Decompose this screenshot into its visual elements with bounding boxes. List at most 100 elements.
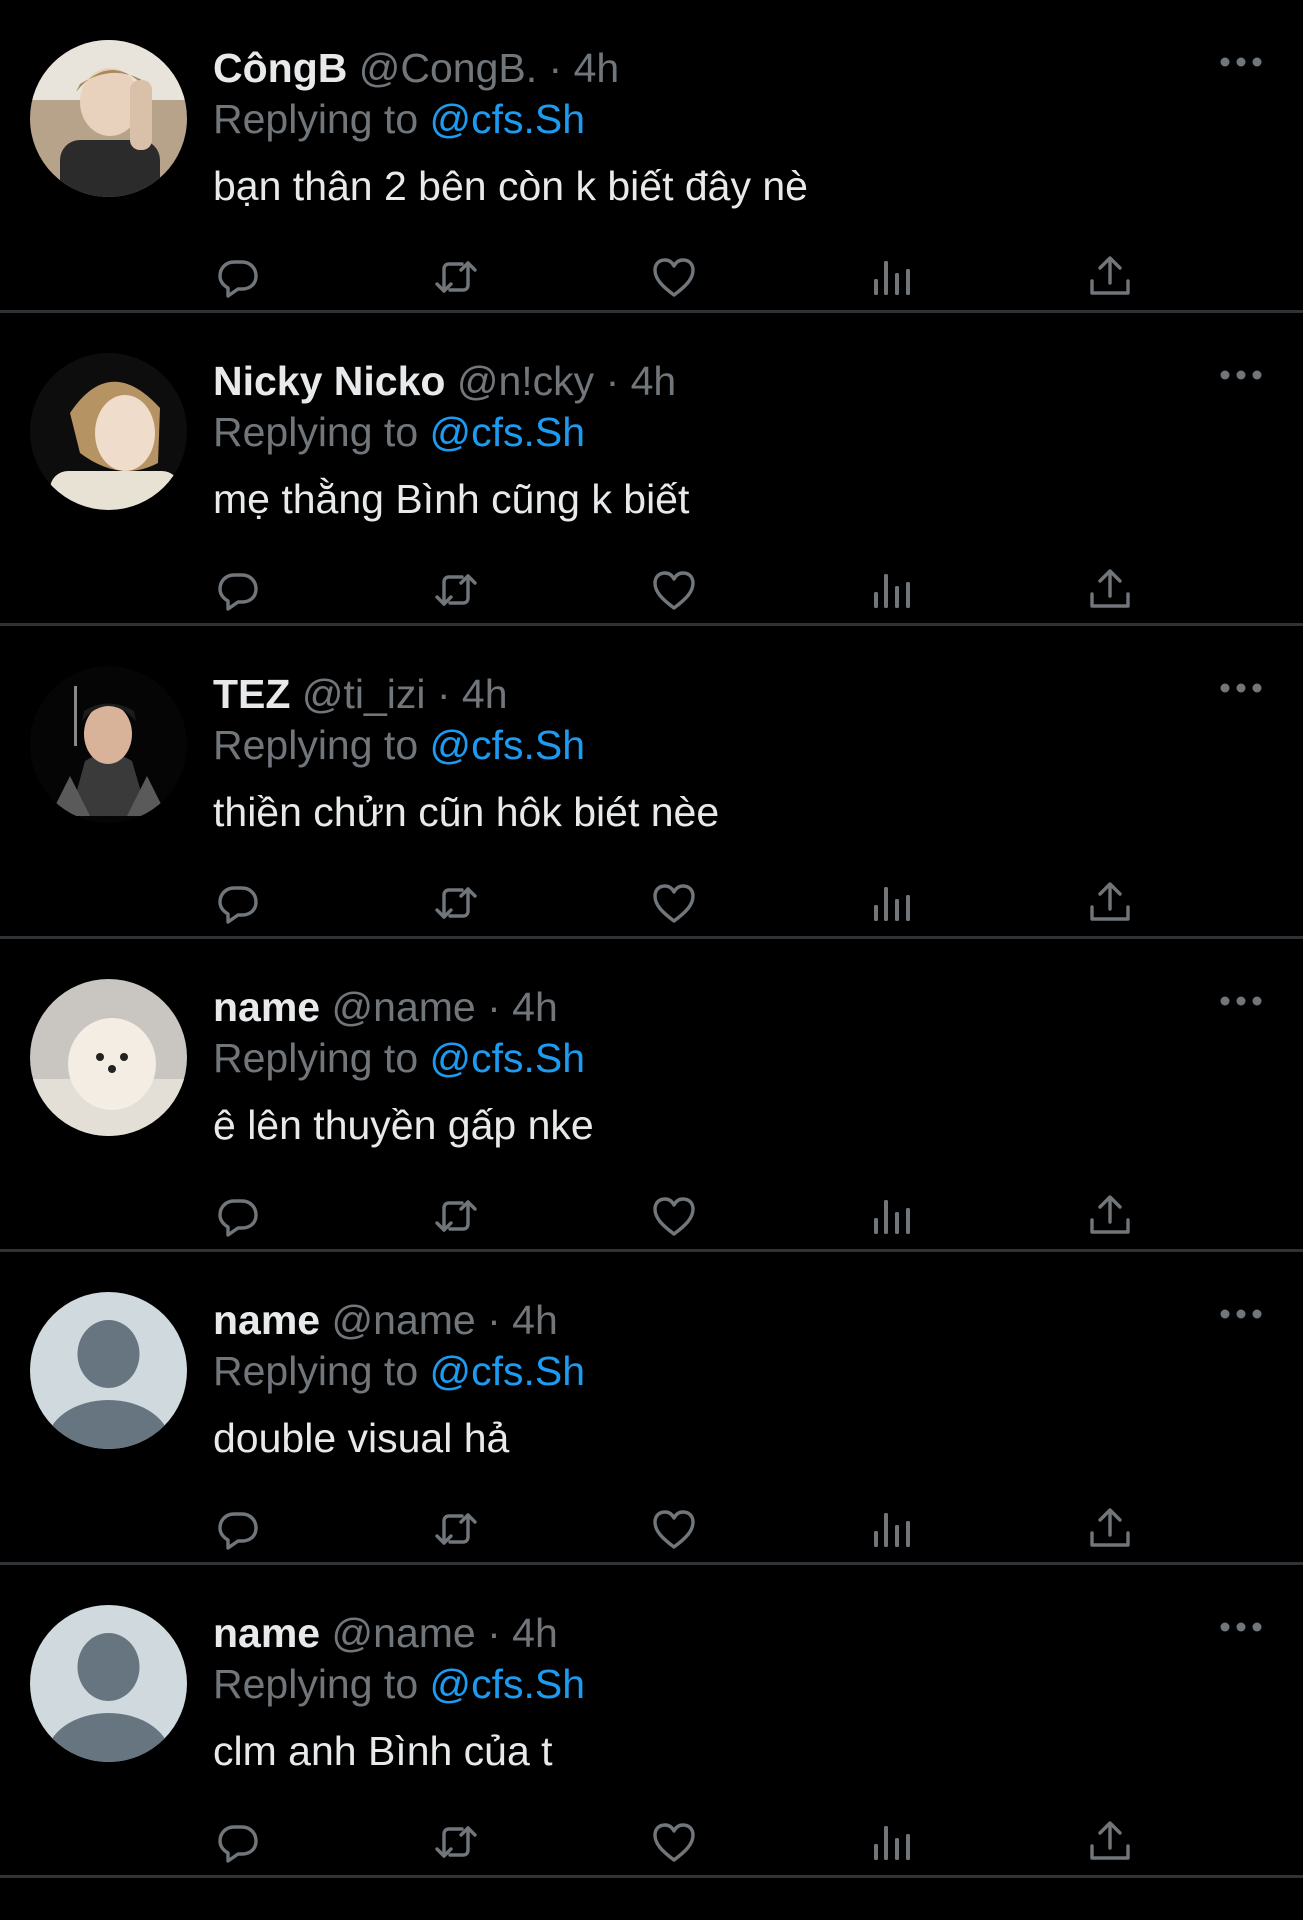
reply-icon[interactable] bbox=[213, 252, 263, 302]
timestamp[interactable]: 4h bbox=[574, 45, 620, 91]
like-icon[interactable] bbox=[649, 878, 699, 928]
action-bar bbox=[213, 1504, 1143, 1554]
handle[interactable]: @name bbox=[332, 1610, 476, 1656]
tweet-header: CôngB @CongB. · 4h bbox=[213, 40, 1303, 96]
reply-icon[interactable] bbox=[213, 1817, 263, 1867]
avatar[interactable] bbox=[30, 979, 187, 1136]
mention-link[interactable]: @cfs.Sh bbox=[430, 722, 586, 768]
views-icon[interactable] bbox=[867, 565, 917, 615]
retweet-icon[interactable] bbox=[431, 1504, 481, 1554]
like-icon[interactable] bbox=[649, 565, 699, 615]
display-name[interactable]: Nicky Nicko bbox=[213, 358, 445, 404]
mention-link[interactable]: @cfs.Sh bbox=[430, 1348, 586, 1394]
action-bar bbox=[213, 565, 1143, 615]
retweet-icon[interactable] bbox=[431, 1191, 481, 1241]
tweet-header: name @name · 4h bbox=[213, 1605, 1303, 1661]
handle[interactable]: @CongB. bbox=[359, 45, 537, 91]
replying-prefix: Replying to bbox=[213, 1661, 430, 1707]
views-icon[interactable] bbox=[867, 1817, 917, 1867]
display-name[interactable]: name bbox=[213, 1297, 320, 1343]
display-name[interactable]: name bbox=[213, 984, 320, 1030]
timestamp[interactable]: 4h bbox=[462, 671, 508, 717]
views-icon[interactable] bbox=[867, 878, 917, 928]
reply-icon[interactable] bbox=[213, 565, 263, 615]
share-icon[interactable] bbox=[1085, 1817, 1135, 1867]
retweet-icon[interactable] bbox=[431, 878, 481, 928]
tweet-text: bạn thân 2 bên còn k biết đây nè bbox=[213, 163, 808, 209]
like-icon[interactable] bbox=[649, 1191, 699, 1241]
action-bar bbox=[213, 878, 1143, 928]
more-icon[interactable] bbox=[1217, 52, 1265, 72]
avatar[interactable] bbox=[30, 666, 187, 823]
views-icon[interactable] bbox=[867, 252, 917, 302]
views-icon[interactable] bbox=[867, 1504, 917, 1554]
separator: · bbox=[594, 358, 631, 404]
more-icon[interactable] bbox=[1217, 365, 1265, 385]
timestamp[interactable]: 4h bbox=[512, 984, 558, 1030]
reply-tweet[interactable]: TEZ @ti_izi · 4h Replying to @cfs.Sh thi… bbox=[0, 626, 1303, 939]
display-name[interactable]: TEZ bbox=[213, 671, 290, 717]
avatar[interactable] bbox=[30, 1292, 187, 1449]
like-icon[interactable] bbox=[649, 1817, 699, 1867]
replying-to: Replying to @cfs.Sh bbox=[213, 720, 1303, 770]
retweet-icon[interactable] bbox=[431, 565, 481, 615]
reply-icon[interactable] bbox=[213, 1504, 263, 1554]
replying-prefix: Replying to bbox=[213, 409, 430, 455]
replying-to: Replying to @cfs.Sh bbox=[213, 1033, 1303, 1083]
reply-tweet[interactable]: name @name · 4h Replying to @cfs.Sh clm … bbox=[0, 1565, 1303, 1878]
timestamp[interactable]: 4h bbox=[631, 358, 677, 404]
share-icon[interactable] bbox=[1085, 878, 1135, 928]
retweet-icon[interactable] bbox=[431, 252, 481, 302]
separator: · bbox=[475, 1297, 513, 1343]
handle[interactable]: @name bbox=[332, 984, 476, 1030]
separator: · bbox=[475, 1610, 513, 1656]
share-icon[interactable] bbox=[1085, 565, 1135, 615]
more-icon[interactable] bbox=[1217, 678, 1265, 698]
more-icon[interactable] bbox=[1217, 991, 1265, 1011]
reply-tweet[interactable]: name @name · 4h Replying to @cfs.Sh doub… bbox=[0, 1252, 1303, 1565]
timestamp[interactable]: 4h bbox=[512, 1610, 558, 1656]
retweet-icon[interactable] bbox=[431, 1817, 481, 1867]
tweet-content: name @name · 4h Replying to @cfs.Sh ê lê… bbox=[213, 979, 1303, 1153]
mention-link[interactable]: @cfs.Sh bbox=[430, 409, 586, 455]
timestamp[interactable]: 4h bbox=[512, 1297, 558, 1343]
tweet-text: ê lên thuyền gấp nke bbox=[213, 1102, 594, 1148]
reply-tweet[interactable]: Nicky Nicko @n!cky · 4h Replying to @cfs… bbox=[0, 313, 1303, 626]
reply-tweet[interactable]: name @name · 4h Replying to @cfs.Sh ê lê… bbox=[0, 939, 1303, 1252]
more-icon[interactable] bbox=[1217, 1304, 1265, 1324]
handle[interactable]: @ti_izi bbox=[302, 671, 426, 717]
share-icon[interactable] bbox=[1085, 1191, 1135, 1241]
display-name[interactable]: name bbox=[213, 1610, 320, 1656]
action-bar bbox=[213, 1817, 1143, 1867]
tweet-content: CôngB @CongB. · 4h Replying to @cfs.Sh b… bbox=[213, 40, 1303, 214]
reply-tweet[interactable]: CôngB @CongB. · 4h Replying to @cfs.Sh b… bbox=[0, 0, 1303, 313]
replying-prefix: Replying to bbox=[213, 1348, 430, 1394]
replying-to: Replying to @cfs.Sh bbox=[213, 1659, 1303, 1709]
views-icon[interactable] bbox=[867, 1191, 917, 1241]
like-icon[interactable] bbox=[649, 1504, 699, 1554]
mention-link[interactable]: @cfs.Sh bbox=[430, 1661, 586, 1707]
separator: · bbox=[537, 45, 574, 91]
reply-feed: CôngB @CongB. · 4h Replying to @cfs.Sh b… bbox=[0, 0, 1303, 1878]
share-icon[interactable] bbox=[1085, 252, 1135, 302]
avatar[interactable] bbox=[30, 353, 187, 510]
handle[interactable]: @name bbox=[332, 1297, 476, 1343]
tweet-content: name @name · 4h Replying to @cfs.Sh doub… bbox=[213, 1292, 1303, 1466]
avatar[interactable] bbox=[30, 1605, 187, 1762]
reply-icon[interactable] bbox=[213, 878, 263, 928]
replying-prefix: Replying to bbox=[213, 722, 430, 768]
tweet-header: TEZ @ti_izi · 4h bbox=[213, 666, 1303, 722]
replying-to: Replying to @cfs.Sh bbox=[213, 94, 1303, 144]
avatar[interactable] bbox=[30, 40, 187, 197]
display-name[interactable]: CôngB bbox=[213, 45, 347, 91]
handle[interactable]: @n!cky bbox=[457, 358, 594, 404]
replying-to: Replying to @cfs.Sh bbox=[213, 407, 1303, 457]
like-icon[interactable] bbox=[649, 252, 699, 302]
reply-icon[interactable] bbox=[213, 1191, 263, 1241]
replying-to: Replying to @cfs.Sh bbox=[213, 1346, 1303, 1396]
tweet-text: double visual hả bbox=[213, 1415, 510, 1461]
mention-link[interactable]: @cfs.Sh bbox=[430, 96, 586, 142]
more-icon[interactable] bbox=[1217, 1617, 1265, 1637]
share-icon[interactable] bbox=[1085, 1504, 1135, 1554]
mention-link[interactable]: @cfs.Sh bbox=[430, 1035, 586, 1081]
